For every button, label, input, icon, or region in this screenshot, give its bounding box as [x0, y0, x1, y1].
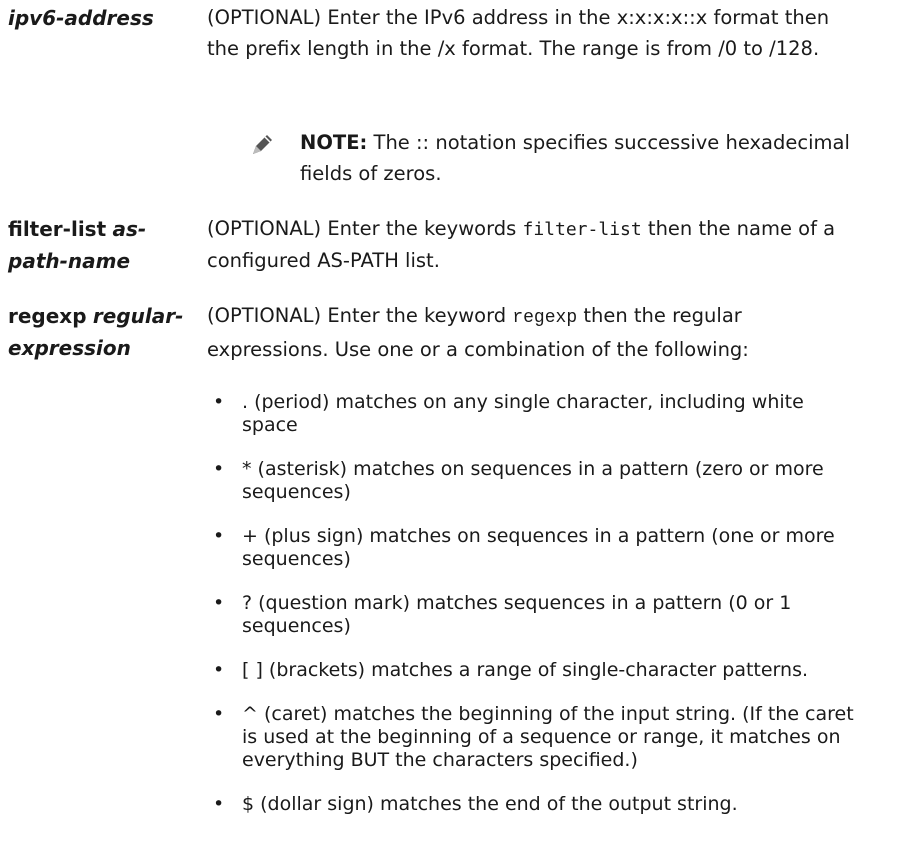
note-label: NOTE:	[300, 131, 368, 154]
def-pre: (OPTIONAL) Enter the keyword	[207, 304, 513, 327]
term-keyword: regexp	[8, 304, 87, 328]
bullet-marker: •	[213, 659, 225, 681]
list-item-text: + (plus sign) matches on sequences in a …	[242, 525, 835, 570]
def-code: filter-list	[522, 219, 642, 240]
list-item-text: ^ (caret) matches the beginning of the i…	[242, 703, 854, 771]
list-item: • . (period) matches on any single charac…	[207, 391, 857, 437]
list-item: • ^ (caret) matches the beginning of the …	[207, 703, 857, 772]
term-keyword: filter-list	[8, 217, 107, 241]
definition-ipv6-address: (OPTIONAL) Enter the IPv6 address in the…	[207, 6, 830, 60]
list-item: • * (asterisk) matches on sequences in a …	[207, 458, 857, 504]
list-item-text: ? (question mark) matches sequences in a…	[242, 592, 792, 637]
list-item-text: [ ] (brackets) matches a range of single…	[242, 659, 809, 681]
pencil-icon	[253, 135, 272, 154]
note-body: The :: notation specifies successive hex…	[300, 131, 850, 185]
note-text: NOTE: The :: notation specifies successi…	[300, 127, 860, 189]
list-item: • ? (question mark) matches sequences in …	[207, 592, 857, 638]
list-item-text: $ (dollar sign) matches the end of the o…	[242, 793, 738, 815]
term-filter-list: filter-list as-path-name	[8, 213, 188, 277]
list-item-text: . (period) matches on any single charact…	[242, 391, 804, 436]
definition-filter-list: (OPTIONAL) Enter the keywords filter-lis…	[207, 213, 857, 276]
bullet-marker: •	[213, 592, 225, 614]
list-item-text: * (asterisk) matches on sequences in a p…	[242, 458, 824, 503]
list-item: • $ (dollar sign) matches the end of the …	[207, 793, 857, 816]
term-ipv6-address: ipv6-address	[8, 2, 188, 34]
document-page: { "entries": [ { "term_italic": "ipv6-ad…	[0, 0, 919, 845]
bullet-marker: •	[213, 793, 225, 815]
bullet-marker: •	[213, 703, 225, 725]
list-item: • + (plus sign) matches on sequences in a…	[207, 525, 857, 571]
list-item: • [ ] (brackets) matches a range of singl…	[207, 659, 857, 682]
def-pre: (OPTIONAL) Enter the keywords	[207, 217, 523, 240]
term-regexp: regexp regular-expression	[8, 300, 188, 364]
term-italic: ipv6-address	[8, 6, 154, 30]
bullet-marker: •	[213, 391, 225, 413]
bullet-marker: •	[213, 525, 225, 547]
def-code: regexp	[512, 308, 578, 328]
bullet-marker: •	[213, 458, 225, 480]
regex-bullet-list: • . (period) matches on any single charac…	[207, 391, 857, 837]
definition-regexp: (OPTIONAL) Enter the keyword regexp then…	[207, 300, 857, 365]
